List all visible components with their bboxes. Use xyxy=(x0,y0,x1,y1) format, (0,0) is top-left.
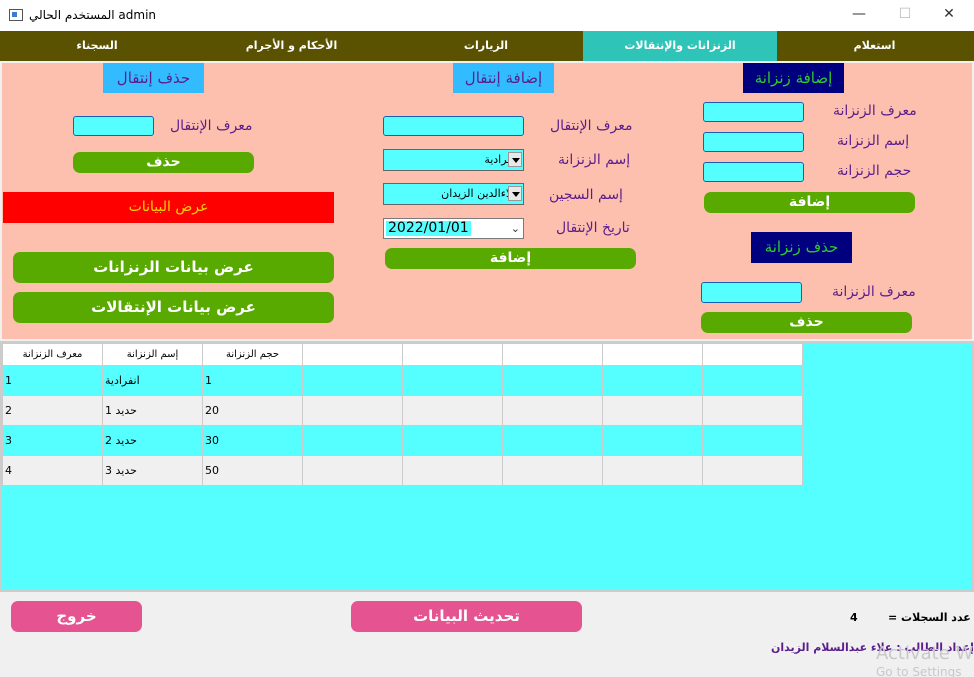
window-title: المستخدم الحالي admin xyxy=(29,8,157,22)
grid-cell[interactable] xyxy=(702,395,803,426)
table-row[interactable]: 3 حديد 2 30 xyxy=(2,425,803,456)
records-count-value: 4 xyxy=(850,611,858,624)
tab-visits[interactable]: الزيارات xyxy=(389,31,583,61)
cell-size-label: حجم الزنزانة xyxy=(837,163,912,179)
add-transfer-header: إضافة إنتقال xyxy=(453,63,554,93)
exit-button[interactable]: خروج xyxy=(11,601,142,632)
prisoner-name-select[interactable]: علاءالدين الزيدان xyxy=(383,183,524,205)
grid-cell[interactable] xyxy=(302,365,403,396)
grid-cell[interactable] xyxy=(502,365,603,396)
grid-cell[interactable] xyxy=(402,455,503,486)
grid-header-cell-size[interactable]: حجم الزنزانة xyxy=(202,343,303,366)
grid-header-empty[interactable] xyxy=(302,343,403,366)
tab-cells-transfers[interactable]: الزنزانات والإنتقالات xyxy=(583,31,777,61)
delete-transfer-header: حذف إنتقال xyxy=(103,63,204,93)
app-icon xyxy=(9,9,23,21)
chevron-down-icon xyxy=(508,186,522,201)
close-button[interactable]: ✕ xyxy=(926,0,972,31)
grid-cell[interactable] xyxy=(702,365,803,396)
grid-header-row: معرف الزنزانة إسم الزنزانة حجم الزنزانة xyxy=(2,343,803,366)
cell-name-select[interactable]: انفرادية xyxy=(383,149,524,171)
grid-cell[interactable]: انفرادية xyxy=(102,365,203,396)
grid-cell[interactable]: حديد 2 xyxy=(102,425,203,456)
cell-id-input[interactable] xyxy=(703,102,804,122)
records-count-label: عدد السجلات = xyxy=(888,611,971,624)
grid-cell[interactable] xyxy=(602,425,703,456)
grid-header-cell-id[interactable]: معرف الزنزانة xyxy=(2,343,103,366)
transfer-date-picker[interactable]: 2022/01/01 ⌄ xyxy=(383,218,524,239)
grid-cell[interactable]: 4 xyxy=(2,455,103,486)
transfer-date-label: تاريخ الإنتقال xyxy=(556,220,630,236)
grid-cell[interactable] xyxy=(702,425,803,456)
grid-cell[interactable] xyxy=(302,425,403,456)
add-cell-header: إضافة زنزانة xyxy=(743,63,844,93)
grid-cell[interactable] xyxy=(402,395,503,426)
grid-header-empty[interactable] xyxy=(702,343,803,366)
grid-cell[interactable]: 50 xyxy=(202,455,303,486)
maximize-button[interactable]: ☐ xyxy=(882,0,928,31)
grid-cell[interactable] xyxy=(702,455,803,486)
grid-cell[interactable] xyxy=(602,395,703,426)
show-cells-button[interactable]: عرض بيانات الزنزانات xyxy=(13,252,334,283)
transfer-cell-name-label: إسم الزنزانة xyxy=(558,152,631,168)
grid-cell[interactable]: 1 xyxy=(202,365,303,396)
delete-transfer-button[interactable]: حذف xyxy=(73,152,254,173)
delete-cell-header: حذف زنزانة xyxy=(751,232,852,263)
grid-cell[interactable]: 2 xyxy=(2,395,103,426)
grid-cell[interactable] xyxy=(502,455,603,486)
tab-query[interactable]: استعلام xyxy=(777,31,972,61)
activate-windows-hint: Go to Settings xyxy=(876,665,962,677)
add-cell-button[interactable]: إضافة xyxy=(704,192,915,213)
grid-cell[interactable]: 20 xyxy=(202,395,303,426)
chevron-down-icon: ⌄ xyxy=(510,222,520,235)
grid-cell[interactable] xyxy=(402,425,503,456)
activate-windows-watermark: Activate W xyxy=(876,643,974,664)
chevron-down-icon xyxy=(508,152,522,167)
transfer-date-value: 2022/01/01 xyxy=(386,220,471,236)
grid-cell[interactable] xyxy=(302,455,403,486)
grid-header-cell-name[interactable]: إسم الزنزانة xyxy=(102,343,203,366)
delete-transfer-id-label: معرف الإنتقال xyxy=(170,118,253,134)
delete-transfer-id-input[interactable] xyxy=(73,116,154,136)
tab-sentences-crimes[interactable]: الأحكام و الأجرام xyxy=(194,31,389,61)
cell-id-label: معرف الزنزانة xyxy=(833,103,917,119)
show-data-label: عرض البيانات xyxy=(3,192,334,223)
grid-cell[interactable] xyxy=(402,365,503,396)
transfer-id-input[interactable] xyxy=(383,116,524,136)
grid-cell[interactable]: 1 xyxy=(2,365,103,396)
grid-cell[interactable] xyxy=(502,395,603,426)
show-transfers-button[interactable]: عرض بيانات الإنتقالات xyxy=(13,292,334,323)
table-row[interactable]: 1 انفرادية 1 xyxy=(2,365,803,396)
grid-cell[interactable] xyxy=(602,365,703,396)
table-row[interactable]: 4 حديد 3 50 xyxy=(2,455,803,486)
grid-cell[interactable]: 3 xyxy=(2,425,103,456)
prisoner-name-label: إسم السجين xyxy=(549,187,623,203)
delete-cell-button[interactable]: حذف xyxy=(701,312,912,333)
cell-name-input[interactable] xyxy=(703,132,804,152)
transfer-id-label: معرف الإنتقال xyxy=(550,118,633,134)
table-row[interactable]: 2 حديد 1 20 xyxy=(2,395,803,426)
data-grid[interactable]: معرف الزنزانة إسم الزنزانة حجم الزنزانة … xyxy=(2,343,803,486)
grid-cell[interactable]: حديد 1 xyxy=(102,395,203,426)
grid-cell[interactable]: حديد 3 xyxy=(102,455,203,486)
cell-size-input[interactable] xyxy=(703,162,804,182)
tab-prisoners[interactable]: السجناء xyxy=(0,31,194,61)
grid-cell[interactable] xyxy=(502,425,603,456)
grid-header-empty[interactable] xyxy=(602,343,703,366)
refresh-button[interactable]: تحديث البيانات xyxy=(351,601,582,632)
grid-cell[interactable]: 30 xyxy=(202,425,303,456)
grid-header-empty[interactable] xyxy=(402,343,503,366)
cell-name-label: إسم الزنزانة xyxy=(837,133,910,149)
delete-cell-id-input[interactable] xyxy=(701,282,802,303)
grid-header-empty[interactable] xyxy=(502,343,603,366)
grid-cell[interactable] xyxy=(302,395,403,426)
minimize-button[interactable]: — xyxy=(836,0,882,31)
add-transfer-button[interactable]: إضافة xyxy=(385,248,636,269)
delete-cell-id-label: معرف الزنزانة xyxy=(832,284,916,300)
grid-cell[interactable] xyxy=(602,455,703,486)
